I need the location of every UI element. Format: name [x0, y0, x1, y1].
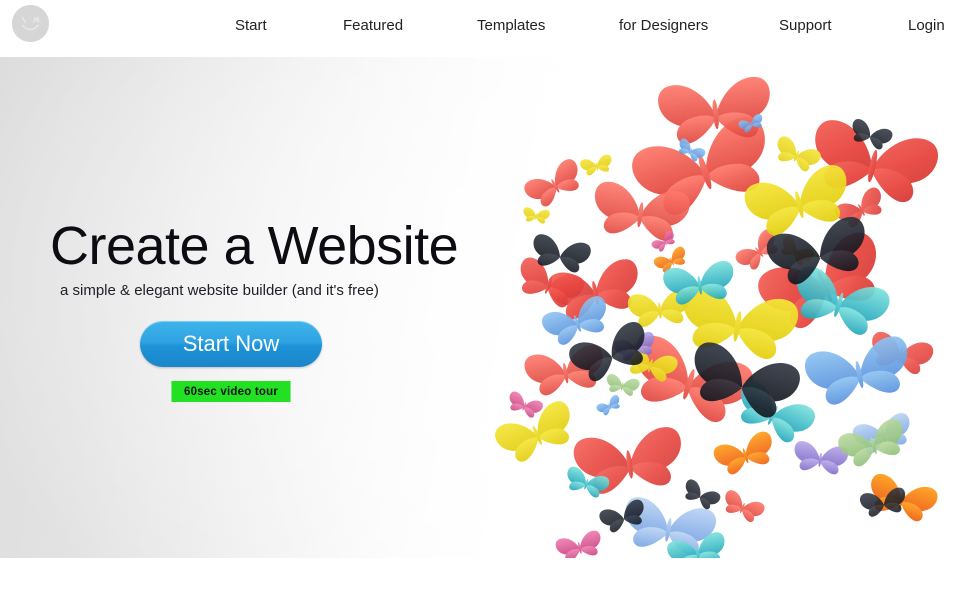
nav-item-support[interactable]: Support: [779, 17, 832, 35]
nav-item-for-designers[interactable]: for Designers: [619, 17, 708, 35]
hero-subheadline: a simple & elegant website builder (and …: [60, 282, 379, 299]
nav-item-login[interactable]: Login: [908, 17, 945, 35]
main-nav: Start Featured Templates for Designers S…: [0, 0, 955, 57]
hero-section: Create a Website a simple & elegant webs…: [0, 57, 955, 558]
nav-item-templates[interactable]: Templates: [477, 17, 545, 35]
page-footer: [0, 558, 955, 600]
start-now-button[interactable]: Start Now: [140, 321, 322, 367]
hero-headline: Create a Website: [50, 216, 459, 276]
video-tour-button[interactable]: 60sec video tour: [171, 381, 291, 402]
nav-item-featured[interactable]: Featured: [343, 17, 403, 35]
site-header: Start Featured Templates for Designers S…: [0, 0, 955, 57]
hero-copy: Create a Website a simple & elegant webs…: [0, 57, 470, 558]
nav-item-start[interactable]: Start: [235, 17, 267, 35]
